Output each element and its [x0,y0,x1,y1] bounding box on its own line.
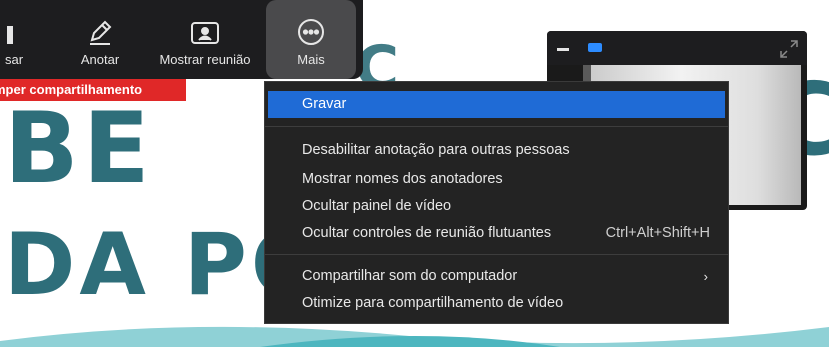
pause-icon [7,0,21,46]
video-panel-header[interactable] [547,31,807,65]
minimize-icon[interactable] [557,48,569,51]
menu-item-hide-video-panel-label: Ocultar painel de vídeo [302,198,452,214]
stop-sharing-button[interactable]: mper compartilhamento [0,79,186,101]
more-options-menu: Gravar Desabilitar anotação para outras … [264,81,729,324]
menu-item-show-annotator-names-label: Mostrar nomes dos anotadores [302,171,503,187]
toolbar-button-pause-label: sar [4,52,24,67]
more-icon [297,0,325,46]
menu-item-show-annotator-names[interactable]: Mostrar nomes dos anotadores [265,166,728,193]
menu-item-record[interactable]: Gravar [268,91,725,118]
chevron-right-icon: › [703,269,708,284]
toolbar-button-more-label: Mais [297,52,325,67]
menu-item-disable-annotation-label: Desabilitar anotação para outras pessoas [302,142,570,158]
menu-item-disable-annotation[interactable]: Desabilitar anotação para outras pessoas [265,137,728,164]
menu-item-hide-video-panel[interactable]: Ocultar painel de vídeo [265,193,728,220]
menu-item-hide-floating-controls-label: Ocultar controles de reunião flutuantes [302,225,552,241]
menu-item-share-computer-sound-label: Compartilhar som do computador [302,268,518,284]
menu-divider [265,254,728,255]
pencil-icon [86,0,114,46]
menu-divider [265,126,728,127]
toolbar-button-annotate[interactable]: Anotar [70,0,130,79]
toolbar-button-more[interactable]: Mais [266,0,356,79]
menu-item-optimize-video-sharing[interactable]: Otimize para compartilhamento de vídeo [265,290,728,317]
background-text-be: BE [4,92,154,206]
menu-item-share-computer-sound[interactable]: Compartilhar som do computador › [265,263,728,290]
meeting-toolbar: sar Anotar Mostrar reunião Mais [0,0,363,79]
menu-item-optimize-video-sharing-label: Otimize para compartilhamento de vídeo [302,295,564,311]
toolbar-button-show-meeting-label: Mostrar reunião [159,52,251,67]
toolbar-button-pause[interactable]: sar [0,0,36,79]
shortcut-hint: Ctrl+Alt+Shift+H [605,225,710,241]
video-indicator-icon [588,43,602,52]
stop-sharing-label: mper compartilhamento [0,82,143,97]
menu-item-hide-floating-controls[interactable]: Ocultar controles de reunião flutuantes … [265,220,728,247]
expand-icon[interactable] [779,39,799,59]
menu-item-record-label: Gravar [302,96,347,112]
toolbar-button-annotate-label: Anotar [80,52,120,67]
toolbar-button-show-meeting[interactable]: Mostrar reunião [148,0,262,79]
screen-icon [190,0,220,46]
